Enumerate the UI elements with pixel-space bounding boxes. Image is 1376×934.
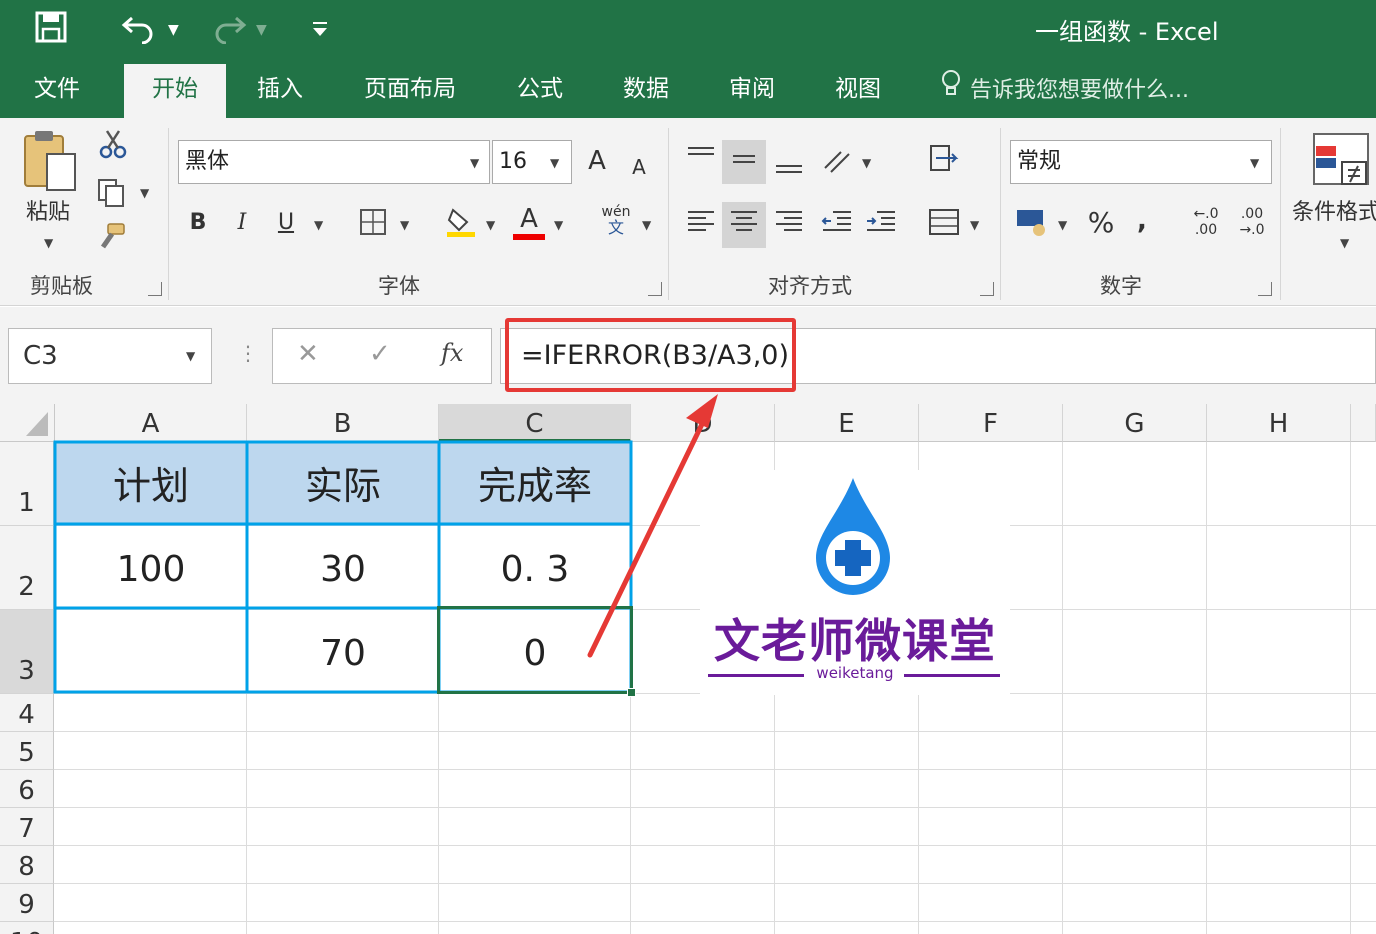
droplet-cross-icon: [816, 478, 890, 595]
watermark-title: 文老师微课堂: [714, 614, 996, 668]
annotation-arrow: [587, 394, 718, 658]
watermark-subtitle: weiketang: [816, 664, 894, 682]
watermark-logo: 文老师微课堂 weiketang: [700, 470, 1010, 695]
